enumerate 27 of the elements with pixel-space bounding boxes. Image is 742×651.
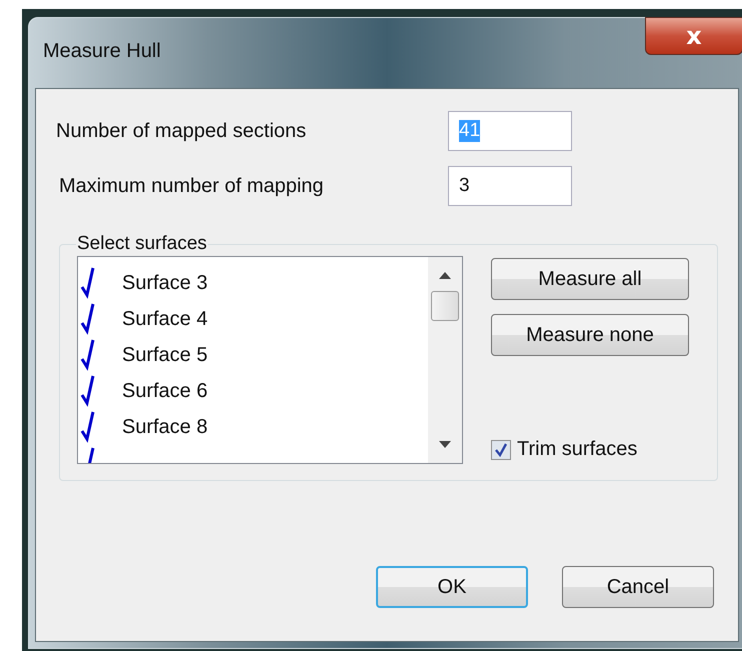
window-title: Measure Hull (43, 40, 161, 63)
checkmark-icon[interactable] (80, 302, 96, 336)
scroll-thumb[interactable] (431, 291, 459, 321)
list-item[interactable]: Surface 8 (122, 416, 208, 438)
list-item[interactable]: Surface 4 (122, 308, 208, 330)
measure-button[interactable]: Measure all (491, 258, 689, 300)
checkmark-icon[interactable] (80, 374, 96, 408)
scroll-up-icon[interactable] (439, 271, 451, 279)
group-title: Select surfaces (76, 233, 208, 255)
scrollbar[interactable] (428, 257, 462, 463)
list-item[interactable]: Surface 5 (122, 344, 208, 366)
checkmark-icon[interactable] (80, 338, 96, 372)
ok-button[interactable]: OK (376, 566, 528, 608)
scroll-down-icon[interactable] (439, 441, 451, 449)
field-label: Number of mapped sections (56, 120, 308, 142)
list-item[interactable]: Surface 6 (122, 380, 208, 402)
checkbox-label[interactable]: Trim surfaces (517, 438, 638, 461)
list-item[interactable]: Surface 3 (122, 272, 208, 294)
checkbox[interactable] (491, 440, 511, 460)
surface-list[interactable]: Surface 3 Surface 4 Surface 5 Surface 6 Surface 8 (77, 256, 463, 464)
field-label: Maximum number of mapping (59, 174, 325, 198)
input-field[interactable]: 3 (448, 166, 572, 206)
checkmark-icon[interactable] (80, 410, 96, 444)
measure-button[interactable]: Measure none (491, 314, 689, 356)
cancel-button[interactable]: Cancel (562, 566, 714, 608)
checkmark-icon[interactable] (80, 266, 96, 300)
close-button[interactable]: x (645, 17, 742, 55)
